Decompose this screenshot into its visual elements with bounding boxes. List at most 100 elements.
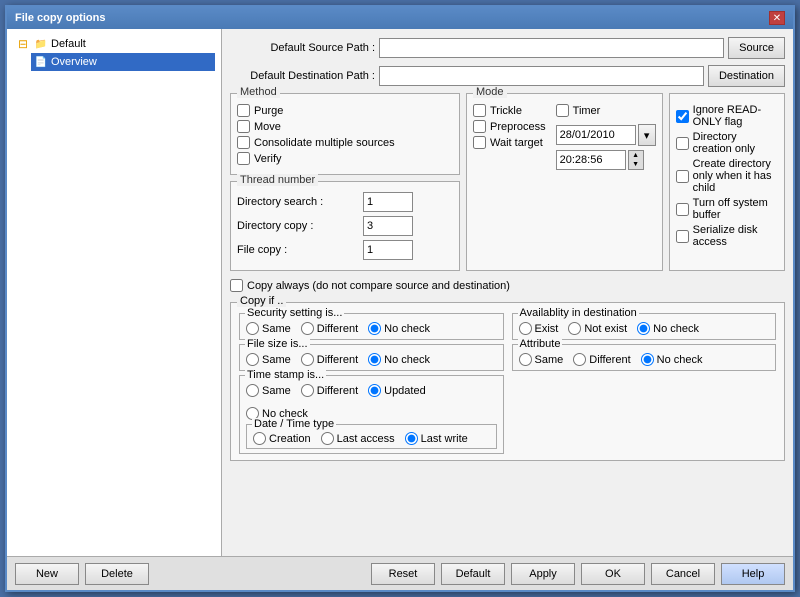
verify-checkbox[interactable] [237,152,250,165]
filesize-nocheck-label: No check [384,354,430,366]
close-button[interactable]: ✕ [769,11,785,25]
serialize-label: Serialize disk access [693,224,778,248]
date-row: ▾ [556,124,656,146]
help-button[interactable]: Help [721,563,785,585]
attribute-same-radio[interactable] [519,353,532,366]
method-title: Method [237,86,280,98]
file-copy-input[interactable] [363,240,413,260]
apply-button[interactable]: Apply [511,563,575,585]
security-nocheck-radio[interactable] [368,322,381,335]
time-spinner: ▲ ▼ [628,150,644,170]
date-input[interactable] [556,125,636,145]
move-label: Move [254,121,281,133]
dialog-title: File copy options [15,12,105,24]
trickle-checkbox[interactable] [473,104,486,117]
create-dir-checkbox[interactable] [676,170,689,183]
time-up-button[interactable]: ▲ [629,151,643,160]
datetime-lastaccess-label: Last access [337,433,395,445]
availability-notexist-radio[interactable] [568,322,581,335]
copy-always-label: Copy always (do not compare source and d… [247,280,510,292]
timestamp-different-item: Different [301,384,358,397]
date-dropdown-button[interactable]: ▾ [638,124,656,146]
ignore-readonly-row: Ignore READ-ONLY flag [676,104,778,128]
ok-button[interactable]: OK [581,563,645,585]
move-checkbox[interactable] [237,120,250,133]
timestamp-different-label: Different [317,385,358,397]
availability-notexist-label: Not exist [584,323,627,335]
timer-checkbox[interactable] [556,104,569,117]
turn-off-buffer-checkbox[interactable] [676,203,689,216]
copy-always-row: Copy always (do not compare source and d… [230,279,785,292]
timestamp-same-radio[interactable] [246,384,259,397]
tree-item-overview[interactable]: 📄 Overview [31,53,215,71]
availability-nocheck-radio[interactable] [637,322,650,335]
destination-button[interactable]: Destination [708,65,785,87]
source-path-label: Default Source Path : [230,42,375,54]
copy-always-checkbox[interactable] [230,279,243,292]
dir-search-input[interactable] [363,192,413,212]
purge-checkbox[interactable] [237,104,250,117]
dir-copy-label: Directory copy : [237,220,357,232]
file-copy-label: File copy : [237,244,357,256]
delete-button[interactable]: Delete [85,563,149,585]
expand-icon: ⊟ [15,36,31,52]
preprocess-checkbox[interactable] [473,120,486,133]
new-button[interactable]: New [15,563,79,585]
purge-row: Purge [237,104,453,117]
filesize-different-radio[interactable] [301,353,314,366]
wait-target-checkbox[interactable] [473,136,486,149]
doc-icon: 📄 [33,54,49,70]
flags-section: Ignore READ-ONLY flag Directory creation… [669,93,785,271]
datetime-lastwrite-label: Last write [421,433,468,445]
datetime-type-section: Date / Time type Creation Last access [246,424,497,449]
time-input[interactable] [556,150,626,170]
copy-if-title: Copy if .. [237,295,286,307]
timestamp-updated-radio[interactable] [368,384,381,397]
filesize-different-label: Different [317,354,358,366]
filesize-same-radio[interactable] [246,353,259,366]
reset-button[interactable]: Reset [371,563,435,585]
dir-copy-input[interactable] [363,216,413,236]
tree-item-default[interactable]: ⊟ 📁 Default [13,35,215,53]
attribute-different-label: Different [589,354,630,366]
trickle-row: Trickle [473,104,546,117]
dir-copy-row: Directory copy : [237,216,453,236]
time-down-button[interactable]: ▼ [629,160,643,169]
availability-exist-radio[interactable] [519,322,532,335]
security-section: Security setting is... Same Different [239,313,504,340]
datetime-lastwrite-radio[interactable] [405,432,418,445]
dest-path-row: Default Destination Path : Destination [230,65,785,87]
default-button[interactable]: Default [441,563,505,585]
attribute-different-radio[interactable] [573,353,586,366]
security-different-radio[interactable] [301,322,314,335]
dir-creation-checkbox[interactable] [676,137,689,150]
attribute-nocheck-radio[interactable] [641,353,654,366]
dir-search-row: Directory search : [237,192,453,212]
copy-if-inner: Security setting is... Same Different [239,309,776,454]
turn-off-buffer-label: Turn off system buffer [693,197,778,221]
datetime-lastwrite-item: Last write [405,432,468,445]
source-path-input[interactable] [379,38,724,58]
datetime-lastaccess-item: Last access [321,432,395,445]
cancel-button[interactable]: Cancel [651,563,715,585]
datetime-creation-radio[interactable] [253,432,266,445]
security-same-radio[interactable] [246,322,259,335]
consolidate-checkbox[interactable] [237,136,250,149]
source-button[interactable]: Source [728,37,785,59]
availability-radio-group: Exist Not exist No check [519,322,770,335]
time-row: ▲ ▼ [556,150,656,170]
mode-left-col: Trickle Preprocess Wait target [473,104,546,170]
filesize-nocheck-radio[interactable] [368,353,381,366]
ignore-readonly-checkbox[interactable] [676,110,689,123]
tree-child: 📄 Overview [31,53,215,71]
attribute-radio-group: Same Different No check [519,353,770,366]
timestamp-different-radio[interactable] [301,384,314,397]
dest-path-input[interactable] [379,66,704,86]
serialize-checkbox[interactable] [676,230,689,243]
filesize-same-item: Same [246,353,291,366]
folder-icon: 📁 [33,36,49,52]
datetime-lastaccess-radio[interactable] [321,432,334,445]
attribute-nocheck-label: No check [657,354,703,366]
timer-label: Timer [573,105,601,117]
bottom-bar: New Delete Reset Default Apply OK Cancel… [7,556,793,590]
